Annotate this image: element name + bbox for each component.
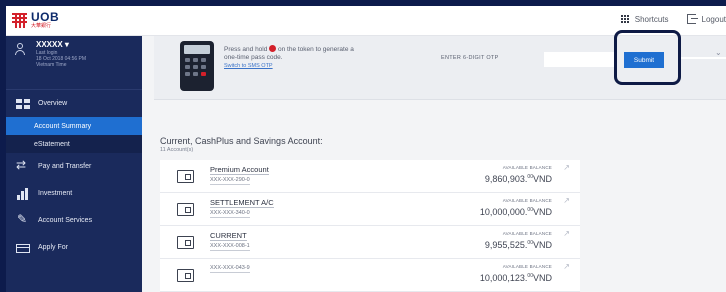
user-icon (14, 43, 26, 55)
main-content: Press and hold on the token to generate … (142, 30, 726, 292)
uob-logo-mark-icon (12, 12, 27, 28)
account-name[interactable]: Premium Account (210, 165, 269, 175)
otp-panel: Press and hold on the token to generate … (154, 30, 726, 100)
balance-value: 9,860,903.00VND (484, 174, 552, 184)
balance-value: 10,000,123.00VND (479, 273, 552, 283)
security-token-icon (180, 41, 214, 91)
sidebar-item-estatement[interactable]: eStatement (6, 135, 142, 153)
grid-icon (620, 14, 630, 24)
uob-logo[interactable]: UOB 大華銀行 (12, 11, 59, 29)
balance-value: 9,955,525.00VND (484, 240, 552, 250)
sidebar-item-account-services[interactable]: Account Services (6, 207, 142, 234)
highlight-ring (614, 30, 681, 85)
account-row[interactable]: SETTLEMENT A/C XXX-XXX-340-0 AVAILABLE B… (160, 193, 580, 226)
accounts-count: 11 Account(s) (160, 147, 194, 153)
arrow-out-icon[interactable]: ↗ (563, 262, 570, 271)
balance-value: 10,000,000.00VND (479, 207, 552, 217)
shortcuts-label: Shortcuts (634, 14, 669, 24)
switch-to-sms-link[interactable]: Switch to SMS OTP (224, 63, 273, 69)
account-row[interactable]: XXX-XXX-043-9 AVAILABLE BALANCE 10,000,1… (160, 259, 580, 292)
sidebar-item-account-summary[interactable]: Account Summary (6, 117, 142, 135)
logo-subtitle: 大華銀行 (31, 23, 52, 29)
otp-input[interactable] (544, 52, 614, 67)
pencil-icon (16, 212, 30, 227)
sidebar-item-investment[interactable]: Investment (6, 180, 142, 207)
sidebar-item-apply-for[interactable]: Apply For (6, 234, 142, 261)
wallet-icon (177, 236, 194, 249)
chevron-down-icon[interactable]: ⌄ (715, 48, 722, 57)
sidebar-item-label: Apply For (38, 244, 68, 251)
sidebar-item-overview[interactable]: Overview (6, 90, 142, 117)
card-icon (16, 243, 30, 253)
logout-icon (686, 14, 698, 24)
account-name[interactable]: SETTLEMENT A/C (210, 198, 274, 208)
account-number: XXX-XXX-290-0 (210, 177, 250, 185)
otp-instruction-text: Press and hold (224, 46, 268, 53)
token-button-icon (269, 45, 277, 52)
account-number: XXX-XXX-008-1 (210, 243, 250, 251)
wallet-icon (177, 269, 194, 282)
balance-label: AVAILABLE BALANCE (502, 264, 552, 269)
account-number: XXX-XXX-340-0 (210, 210, 250, 218)
accounts-section-title: Current, CashPlus and Savings Account: (160, 136, 323, 146)
app-window: UOB 大華銀行 Shortcuts Logout XXXXX ▾ Last l… (6, 6, 726, 292)
balance-label: AVAILABLE BALANCE (502, 165, 552, 170)
sidebar-item-pay-and-transfer[interactable]: Pay and Transfer (6, 153, 142, 180)
transfer-icon (16, 158, 30, 173)
account-name[interactable]: CURRENT (210, 231, 247, 241)
wallet-icon (177, 203, 194, 216)
accounts-list: Premium Account XXX-XXX-290-0 AVAILABLE … (160, 160, 580, 292)
arrow-out-icon[interactable]: ↗ (563, 229, 570, 238)
timezone: Vietnam Time (36, 62, 67, 68)
arrow-out-icon[interactable]: ↗ (563, 196, 570, 205)
sidebar: XXXXX ▾ Last login 18 Oct 2018 04:56 PM … (6, 36, 142, 292)
user-profile[interactable]: XXXXX ▾ Last login 18 Oct 2018 04:56 PM … (6, 36, 142, 90)
balance-label: AVAILABLE BALANCE (502, 198, 552, 203)
sidebar-item-label: Overview (38, 100, 68, 107)
logout-button[interactable]: Logout (686, 14, 726, 24)
arrow-out-icon[interactable]: ↗ (563, 163, 570, 172)
shortcuts-button[interactable]: Shortcuts (620, 14, 669, 24)
balance-label: AVAILABLE BALANCE (502, 231, 552, 236)
logo-name: UOB (31, 10, 60, 24)
otp-field-label: ENTER 6-DIGIT OTP (441, 55, 499, 61)
wallet-icon (177, 170, 194, 183)
logout-label: Logout (701, 14, 726, 24)
sidebar-item-label: Pay and Transfer (38, 163, 92, 170)
account-number: XXX-XXX-043-9 (210, 265, 250, 273)
otp-instructions: Press and hold on the token to generate … (224, 45, 364, 70)
callout-line (681, 57, 726, 59)
investment-icon (16, 187, 30, 200)
sidebar-item-label: Account Services (38, 217, 93, 224)
account-row[interactable]: Premium Account XXX-XXX-290-0 AVAILABLE … (160, 160, 580, 193)
sidebar-item-label: Investment (38, 190, 73, 197)
overview-icon (16, 98, 30, 110)
user-name[interactable]: XXXXX ▾ (36, 41, 86, 49)
account-row[interactable]: CURRENT XXX-XXX-008-1 AVAILABLE BALANCE … (160, 226, 580, 259)
